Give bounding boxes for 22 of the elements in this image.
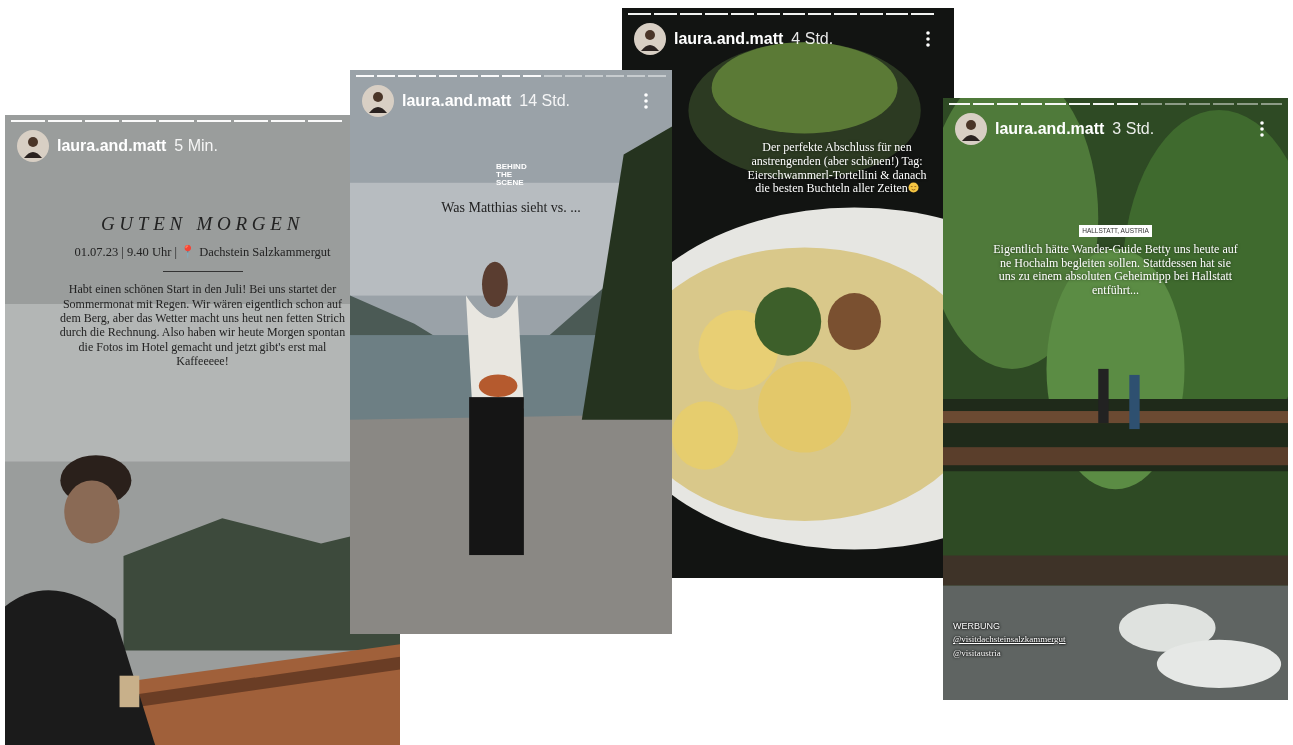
avatar-icon[interactable] [362, 85, 394, 117]
username[interactable]: laura.and.matt [995, 117, 1105, 141]
story-caption: Eigentlich hätte Wander-Guide Betty uns heute auf ne Hochalm begleiten sollen. Stattdessen hat sie uns zu einem absoluten Geheimtipp bei Hallstatt entführt... [993, 242, 1238, 298]
story-caption: Was Matthias sieht vs. ... [441, 199, 581, 217]
avatar-icon[interactable] [634, 23, 666, 55]
avatar-icon[interactable] [17, 130, 49, 162]
story-caption: Der perfekte Abschluss für nen anstrengenden (aber schönen!) Tag: Eierschwammerl-Tortellini & danach die besten Buchteln aller Zeiten [747, 140, 927, 196]
username[interactable]: laura.and.matt [674, 27, 784, 51]
post-time: 4 Std. [791, 29, 834, 49]
avatar-icon[interactable] [955, 113, 987, 145]
mention-link[interactable]: @visitdachsteinsalzkammergut [953, 633, 1066, 647]
sticker-label: BEHIND THE SCENE [496, 163, 526, 187]
post-time: 3 Std. [1112, 119, 1155, 139]
mention-link[interactable]: @visitaustria [953, 646, 1001, 660]
post-time: 14 Std. [519, 91, 571, 111]
date-location-line: 01.07.23 | 9.40 Uhr | 📍 Dachstein Salzkammergut [74, 243, 331, 261]
story-title: GUTEN MORGEN [100, 212, 305, 236]
ad-label: WERBUNG [953, 619, 1000, 633]
more-options-icon[interactable] [926, 31, 930, 47]
post-time: 5 Min. [174, 136, 218, 156]
more-options-icon[interactable] [1260, 121, 1264, 137]
story-caption: Habt einen schönen Start in den Juli! Bei uns startet der Sommermonat mit Regen. Wir wären eigentlich schon auf dem Berg, aber das Wetter macht uns heut nen fetten Strich durch die Rechnung. Also haben wir heute Morgen spontan die Fotos im Hotel gemacht und jetzt gibt's erst mal Kaffeeeee! [58, 282, 347, 369]
